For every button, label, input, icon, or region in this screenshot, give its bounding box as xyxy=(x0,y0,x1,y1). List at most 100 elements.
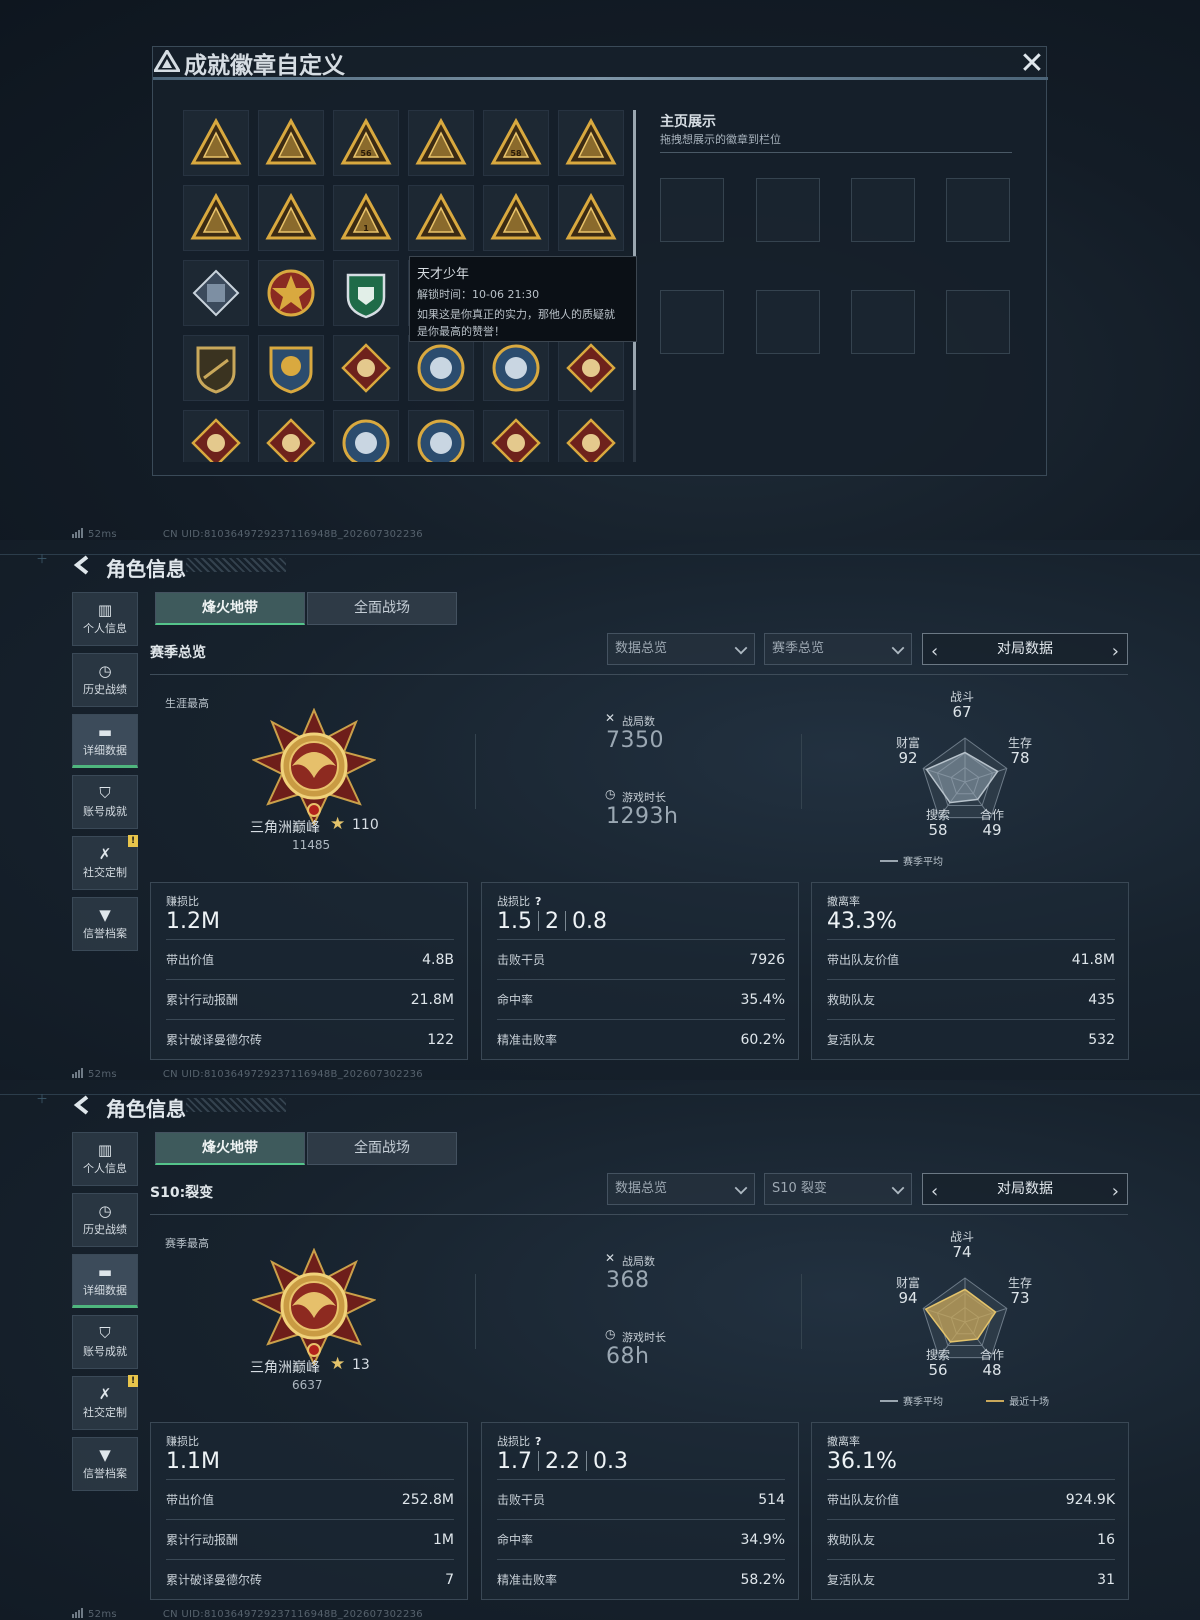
badge-slot[interactable] xyxy=(183,110,249,176)
card-value: 36.1% xyxy=(827,1449,897,1474)
page-title: 角色信息 xyxy=(106,1097,186,1121)
badge-slot[interactable] xyxy=(183,185,249,251)
clock-icon: ◷ xyxy=(98,1202,112,1220)
badge-slot[interactable] xyxy=(333,410,399,462)
badge-slot[interactable] xyxy=(258,335,324,401)
radar-label-survival: 生存 73 xyxy=(1008,1276,1033,1307)
showcase-slot[interactable] xyxy=(660,178,724,242)
next-arrow-icon[interactable]: › xyxy=(1112,1177,1119,1207)
stopwatch-icon: ◷ xyxy=(605,1327,616,1341)
clock-icon: ◷ xyxy=(98,662,112,680)
sidebar-item-5[interactable]: ▼ 信誉档案 xyxy=(72,1437,138,1491)
badge-slot[interactable] xyxy=(558,110,624,176)
badge-slot[interactable] xyxy=(558,185,624,251)
help-icon[interactable]: ? xyxy=(535,895,541,908)
sidebar-item-1[interactable]: ◷ 历史战绩 xyxy=(72,653,138,707)
badge-slot[interactable] xyxy=(183,410,249,462)
sidebar-item-label: 账号成就 xyxy=(83,1345,127,1358)
card-value: 1.7 2.2 0.3 xyxy=(497,1449,628,1474)
sidebar-item-0[interactable]: ▥ 个人信息 xyxy=(72,1132,138,1186)
back-icon[interactable] xyxy=(72,1094,92,1116)
sidebar-item-2[interactable]: ▬ 详细数据 xyxy=(72,1254,138,1308)
badge-slot[interactable] xyxy=(183,260,249,326)
showcase-slot[interactable] xyxy=(756,290,820,354)
showcase-slot[interactable] xyxy=(946,290,1010,354)
shield-icon: ▼ xyxy=(99,1446,111,1464)
ping-text: 52ms xyxy=(88,529,117,540)
badge-slot[interactable] xyxy=(558,335,624,401)
sidebar-item-2[interactable]: ▬ 详细数据 xyxy=(72,714,138,768)
showcase-slot[interactable] xyxy=(851,290,915,354)
data-type-dropdown[interactable]: 数据总览 xyxy=(607,633,755,665)
matches-label: 战局数 xyxy=(622,1255,655,1268)
radar-label-survival: 生存 78 xyxy=(1008,736,1033,767)
scrollbar-thumb[interactable] xyxy=(633,110,636,390)
badge-slot[interactable] xyxy=(408,185,474,251)
showcase-slot[interactable] xyxy=(851,178,915,242)
badge-slot[interactable] xyxy=(483,185,549,251)
dropdown-value: 赛季总览 xyxy=(772,641,825,656)
chevron-down-icon xyxy=(734,641,748,655)
notification-badge: ! xyxy=(128,835,138,847)
badge-slot[interactable]: 58 xyxy=(483,110,549,176)
stat-row: 击败干员 514 xyxy=(497,1479,785,1519)
rank-stars: 110 xyxy=(352,817,379,833)
badge-number: 1 xyxy=(363,224,369,233)
badge-slot[interactable] xyxy=(408,335,474,401)
help-icon[interactable]: ? xyxy=(535,1435,541,1448)
achievement-badge-icon xyxy=(266,418,316,462)
badge-slot[interactable] xyxy=(408,110,474,176)
prev-arrow-icon[interactable]: ‹ xyxy=(931,637,938,667)
character-info-panel: ＋ 角色信息 ▥ 个人信息 ◷ 历史战绩 ▬ 详细数据 ⛉ 账号成就 ✗ 社交定制! ▼ 信誉档案 烽… xyxy=(0,540,1200,1080)
sidebar-item-4[interactable]: ✗ 社交定制! xyxy=(72,835,138,890)
badge-slot[interactable] xyxy=(408,410,474,462)
badge-tooltip: 天才少年 解锁时间：10-06 21:30 如果这是你真正的实力，那他人的质疑就… xyxy=(409,256,637,342)
season-dropdown[interactable]: S10 裂变 xyxy=(764,1173,912,1205)
prev-arrow-icon[interactable]: ‹ xyxy=(931,1177,938,1207)
sidebar-item-1[interactable]: ◷ 历史战绩 xyxy=(72,1193,138,1247)
showcase-slot[interactable] xyxy=(946,178,1010,242)
stat-row: 带出队友价值 41.8M xyxy=(827,939,1115,979)
badge-slot[interactable] xyxy=(258,410,324,462)
badge-slot[interactable] xyxy=(183,335,249,401)
badge-slot[interactable] xyxy=(333,260,399,326)
legend-season-avg: 赛季平均 xyxy=(880,1397,943,1408)
sidebar-item-label: 信誉档案 xyxy=(83,927,127,940)
status-bar: 52ms CN UID:8103649729237116948B_20260730… xyxy=(72,1608,423,1620)
sidebar-item-3[interactable]: ⛉ 账号成就 xyxy=(72,1315,138,1369)
crossed-swords-icon: ✕ xyxy=(605,711,616,725)
badge-slot[interactable] xyxy=(258,185,324,251)
sidebar-item-0[interactable]: ▥ 个人信息 xyxy=(72,592,138,646)
mode-tabs: 烽火地带 全面战场 xyxy=(155,592,457,625)
crosshair-icon: ＋ xyxy=(36,552,49,566)
showcase-slot[interactable] xyxy=(756,178,820,242)
stat-row: 精准击败率 58.2% xyxy=(497,1559,785,1599)
tab-full-battlefield[interactable]: 全面战场 xyxy=(307,592,457,625)
sidebar-item-5[interactable]: ▼ 信誉档案 xyxy=(72,897,138,951)
playtime-label: 游戏时长 xyxy=(622,791,666,804)
close-button[interactable]: ✕ xyxy=(1016,49,1048,82)
tab-warzone[interactable]: 烽火地带 xyxy=(155,1132,305,1165)
badge-slot[interactable]: 56 xyxy=(333,110,399,176)
tab-full-battlefield[interactable]: 全面战场 xyxy=(307,1132,457,1165)
badge-customize-screen: 成就徽章自定义 ✕ 56 58 1 主页展示 拖拽想展示的徽章到栏位 天才少年 解锁… xyxy=(0,0,1200,540)
badge-slot[interactable] xyxy=(333,335,399,401)
back-icon[interactable] xyxy=(72,554,92,576)
season-title: S10:裂变 xyxy=(150,1185,214,1201)
sidebar-item-4[interactable]: ✗ 社交定制! xyxy=(72,1375,138,1430)
tab-warzone[interactable]: 烽火地带 xyxy=(155,592,305,625)
season-title: 赛季总览 xyxy=(150,645,206,661)
next-arrow-icon[interactable]: › xyxy=(1112,637,1119,667)
badge-slot[interactable] xyxy=(483,335,549,401)
badge-slot[interactable] xyxy=(483,410,549,462)
data-type-dropdown[interactable]: 数据总览 xyxy=(607,1173,755,1205)
season-dropdown[interactable]: 赛季总览 xyxy=(764,633,912,665)
badge-slot[interactable] xyxy=(258,110,324,176)
card-value: 1.1M xyxy=(166,1449,220,1474)
badge-slot[interactable]: 1 xyxy=(333,185,399,251)
showcase-slot[interactable] xyxy=(660,290,724,354)
badge-slot[interactable] xyxy=(558,410,624,462)
badge-slot[interactable] xyxy=(258,260,324,326)
legend-season-avg: 赛季平均 xyxy=(880,857,943,868)
sidebar-item-3[interactable]: ⛉ 账号成就 xyxy=(72,775,138,829)
